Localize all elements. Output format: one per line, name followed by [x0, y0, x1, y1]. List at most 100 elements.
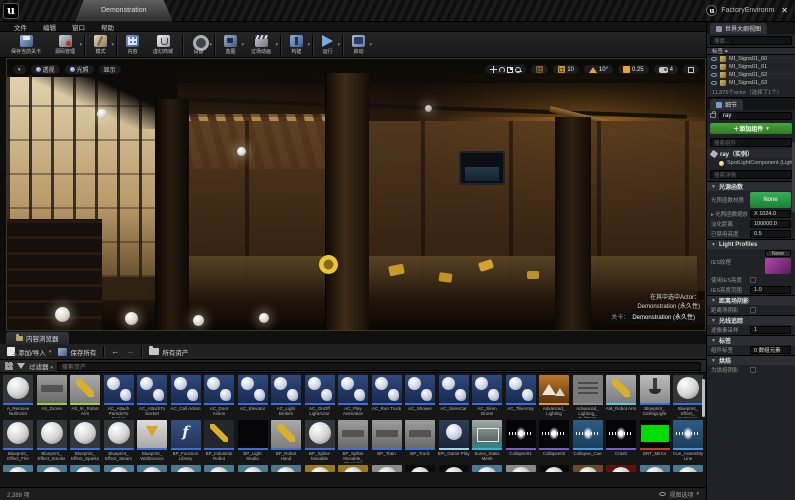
scale-snap-control[interactable]: 0.25 — [616, 64, 650, 75]
asset-tile[interactable]: BP_Robot Hand — [270, 420, 302, 463]
asset-tile[interactable]: Blueprint_ CeilingLight — [639, 375, 671, 418]
dropdown-caret-icon[interactable]: ▾ — [370, 42, 373, 48]
property-value[interactable]: 1.0 — [750, 286, 791, 294]
actor-instance-row[interactable]: ray（实例） — [707, 149, 795, 158]
filter-funnel-icon[interactable] — [17, 363, 25, 369]
details-tab[interactable]: 细节 — [710, 99, 744, 110]
asset-tile[interactable]: BPI_Game Play — [438, 420, 470, 463]
asset-tile[interactable]: AS_Drone — [36, 375, 68, 418]
section-header[interactable]: ▼ 标签 — [707, 336, 795, 345]
asset-tile[interactable] — [136, 465, 168, 472]
outliner-row[interactable]: MI_Signs01_62 — [707, 71, 795, 79]
dropdown-caret-icon[interactable]: ▾ — [112, 42, 115, 48]
asset-tile[interactable]: AC_OnOff LightActor — [304, 375, 336, 418]
outliner-row[interactable]: MI_Signs01_63 — [707, 79, 795, 87]
asset-tile[interactable] — [103, 465, 135, 472]
menu-item-1[interactable]: 编辑 — [35, 22, 64, 32]
section-header[interactable]: ▼ 距离场阴影 — [707, 296, 795, 305]
toolbar-button-cinematics[interactable]: 过场动画 ▾ — [244, 34, 278, 56]
asset-tile[interactable]: BP_Spline Movable — [304, 420, 336, 463]
asset-tile[interactable]: Cue_Assembly Line — [672, 420, 704, 463]
asset-tile[interactable]: AC_Shower — [404, 375, 436, 418]
current-level-badge[interactable]: 关卡： Demonstration (永久性) — [606, 313, 700, 324]
actor-name-field[interactable]: ray — [719, 111, 792, 120]
property-checkbox[interactable] — [750, 277, 756, 283]
toolbar-button-modes[interactable]: 模式 ▾ — [87, 34, 114, 56]
perspective-menu[interactable]: 透视 — [29, 64, 61, 75]
asset-tile[interactable]: A_Remove NullActor — [2, 375, 34, 418]
rotation-snap-control[interactable]: 10° — [582, 64, 614, 75]
asset-tile[interactable]: BP_Train — [371, 420, 403, 463]
asset-tile[interactable]: AC_Elevator — [237, 375, 269, 418]
world-outliner-tab[interactable]: 世界大纲视图 — [710, 23, 768, 34]
property-value[interactable]: 1 — [750, 326, 791, 334]
content-browser-tab[interactable]: 内容浏览器 — [6, 332, 69, 344]
asset-tile[interactable]: Advanced_ Lighting_ BuiltData — [572, 375, 604, 418]
asset-tile[interactable] — [639, 465, 671, 472]
ies-none-button[interactable]: None — [765, 250, 791, 257]
details-search-input[interactable]: 搜索详情 — [710, 170, 792, 179]
dropdown-caret-icon[interactable]: ▾ — [308, 42, 311, 48]
spotlight-component-row[interactable]: SpotLightComponent (Light... — [707, 158, 795, 168]
asset-tile[interactable]: AM_Robot Arm — [605, 375, 637, 418]
menu-item-2[interactable]: 窗口 — [64, 22, 93, 32]
asset-tile[interactable]: AC_AttachTo Socket — [136, 375, 168, 418]
asset-tile[interactable]: Blueprint_ WallSconce — [136, 420, 168, 463]
asset-tile[interactable] — [2, 465, 34, 472]
asset-tile[interactable]: Blueprint_ Effect_Fire — [2, 420, 34, 463]
toolbar-button-marketplace[interactable]: 虚幻商城 — [146, 34, 180, 56]
asset-tile[interactable]: DRT_Mirror — [639, 420, 671, 463]
viewport-options-dropdown[interactable]: ▾ — [12, 64, 27, 75]
asset-tile[interactable]: Collapse01 — [505, 420, 537, 463]
asset-search-input[interactable]: 搜索资产 — [56, 361, 701, 371]
asset-tile[interactable] — [404, 465, 436, 472]
outliner-search-input[interactable]: 搜索... — [710, 36, 792, 45]
asset-tile[interactable]: Sumo_Static Mesh — [471, 420, 503, 463]
asset-tile[interactable]: BP_Spline Movable_ Blueprint — [337, 420, 369, 463]
property-value[interactable]: X 1024.0 — [750, 210, 791, 218]
asset-tile[interactable] — [337, 465, 369, 472]
visibility-eye-icon[interactable] — [711, 57, 717, 61]
dropdown-caret-icon[interactable]: ▾ — [80, 42, 83, 48]
asset-tile[interactable] — [270, 465, 302, 472]
world-coordinate-icon[interactable] — [515, 66, 523, 73]
filters-button[interactable]: 过滤器 ▾ — [29, 361, 53, 371]
asset-tile[interactable] — [304, 465, 336, 472]
toolbar-button-settings[interactable]: 设置 ▾ — [185, 34, 212, 56]
visibility-eye-icon[interactable] — [711, 81, 717, 85]
path-all-assets[interactable]: 所有资产 — [149, 346, 188, 357]
show-menu[interactable]: 显示 — [97, 64, 122, 75]
outliner-row[interactable]: MI_Signs01_60 — [707, 55, 795, 63]
close-icon[interactable]: ✕ — [778, 6, 791, 15]
asset-tile[interactable]: AC_Play Animation — [337, 375, 369, 418]
menu-item-0[interactable]: 文件 — [6, 22, 35, 32]
asset-tile[interactable] — [203, 465, 235, 472]
outliner-header[interactable]: 标签 ▴ — [707, 47, 795, 55]
asset-tile[interactable]: Blueprint_ Effect_ Explosion — [672, 375, 704, 418]
toolbar-button-launch[interactable]: 启动 ▾ — [345, 34, 372, 56]
asset-tile[interactable] — [672, 465, 704, 472]
asset-tile[interactable]: Blueprint_ Effect_Steam — [103, 420, 135, 463]
section-header[interactable]: ▼ Light Profiles — [707, 240, 795, 249]
asset-tile[interactable]: AC_TileArray — [505, 375, 537, 418]
asset-tile[interactable]: Blueprint_ Effect_Sparks — [69, 420, 101, 463]
asset-tile[interactable] — [36, 465, 68, 472]
asset-tile[interactable]: AC_Siren Drone — [471, 375, 503, 418]
translate-icon[interactable] — [490, 66, 498, 73]
section-header[interactable]: ▼ 光源函数 — [707, 182, 795, 191]
asset-tile[interactable]: Collapse02 — [538, 420, 570, 463]
grid-snap-control[interactable]: 10 — [552, 64, 580, 75]
asset-tile[interactable] — [170, 465, 202, 472]
asset-tile[interactable] — [505, 465, 537, 472]
lit-mode-menu[interactable]: 光照 — [63, 64, 95, 75]
rotate-icon[interactable] — [499, 66, 506, 73]
asset-tile[interactable]: AC_Run Truck — [371, 375, 403, 418]
level-viewport[interactable]: ▾ 透视 光照 显示 10 10° 0.25 4 在其中选中Actor： Dem… — [6, 58, 706, 331]
dropdown-caret-icon[interactable]: ▾ — [338, 42, 341, 48]
scale-icon[interactable] — [507, 66, 514, 73]
section-header[interactable]: ▼ 烘焙 — [707, 356, 795, 365]
toolbar-button-source[interactable]: 源码管理 ▾ — [48, 34, 82, 56]
camera-speed-control[interactable]: 4 — [652, 64, 679, 75]
material-none-button[interactable]: None — [750, 192, 791, 208]
asset-tile[interactable] — [69, 465, 101, 472]
